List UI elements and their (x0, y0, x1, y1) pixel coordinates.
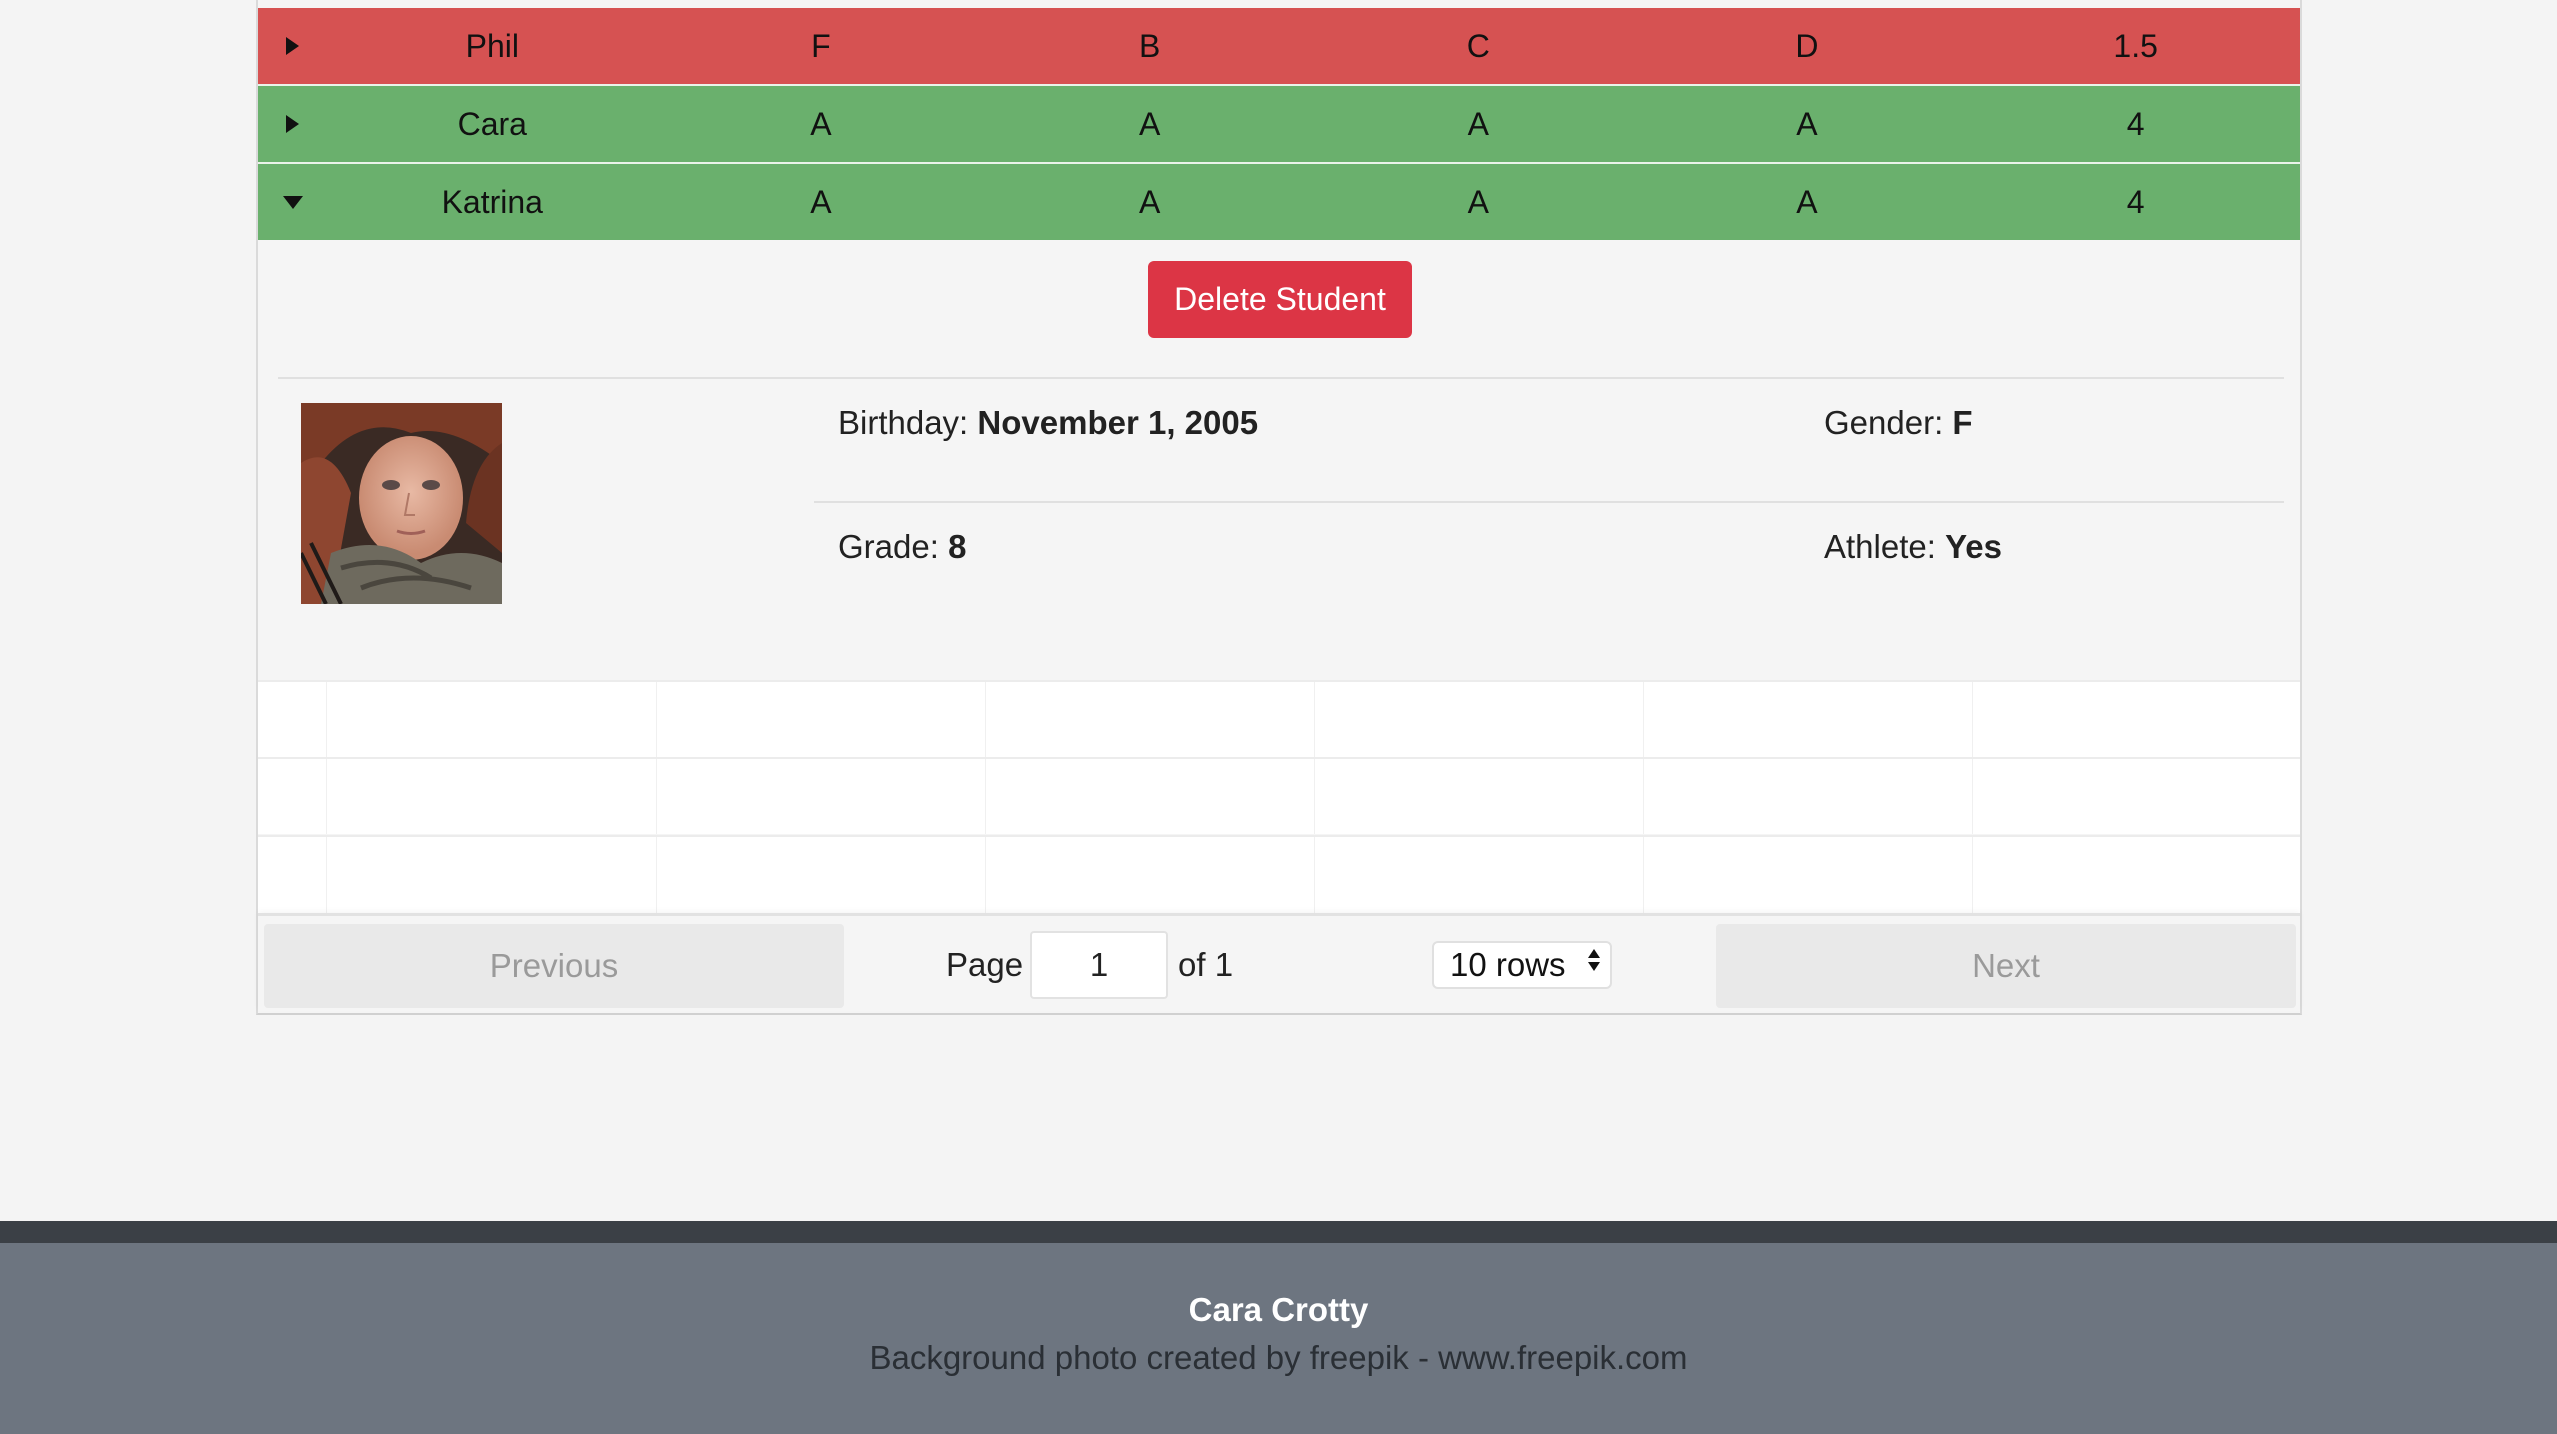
page-total: of 1 (1178, 946, 1234, 983)
empty-row (258, 757, 2300, 834)
grade-cell: A (1796, 183, 1818, 220)
gender-value: F (1952, 404, 1973, 441)
grade-label: Grade: (838, 528, 939, 565)
grade-cell: A (1467, 183, 1489, 220)
expand-toggle[interactable] (258, 86, 328, 162)
athlete-field: Athlete: Yes (1824, 528, 2002, 566)
select-arrows-icon (1588, 949, 1600, 971)
athlete-value: Yes (1945, 528, 2002, 565)
detail-divider (278, 377, 2284, 379)
pagination-bar: Previous Page of 1 10 rows Next (258, 913, 2300, 1011)
student-name: Phil (465, 27, 519, 64)
grade-value: 8 (948, 528, 967, 565)
birthday-value: November 1, 2005 (977, 404, 1259, 441)
next-button[interactable]: Next (1716, 924, 2296, 1008)
gender-label: Gender: (1824, 404, 1944, 441)
table-row[interactable]: Cara A A A A 4 (258, 86, 2300, 162)
students-table: Phil F B C D 1.5 Cara A A A A 4 Katrina … (256, 0, 2302, 1015)
footer-credit: Background photo created by freepik - ww… (869, 1339, 1688, 1376)
table-row[interactable]: Katrina A A A A 4 (258, 164, 2300, 240)
birthday-field: Birthday: November 1, 2005 (838, 404, 1258, 442)
delete-student-button[interactable]: Delete Student (1148, 261, 1412, 338)
grade-cell: D (1795, 27, 1819, 64)
empty-row (258, 835, 2300, 913)
footer-author: Cara Crotty (1188, 1291, 1369, 1328)
student-photo (301, 403, 502, 604)
page-number-input[interactable] (1030, 931, 1168, 999)
table-row[interactable]: Phil F B C D 1.5 (258, 8, 2300, 84)
grade-cell: A (810, 105, 832, 142)
previous-button[interactable]: Previous (264, 924, 844, 1008)
grade-cell: A (810, 183, 832, 220)
birthday-label: Birthday: (838, 404, 969, 441)
grade-cell: A (1138, 105, 1161, 142)
caret-right-icon (286, 115, 300, 133)
athlete-label: Athlete: (1824, 528, 1936, 565)
grade-cell: A (1467, 105, 1489, 142)
grade-cell: F (811, 27, 831, 64)
expand-toggle[interactable] (258, 8, 328, 84)
student-name: Cara (457, 105, 527, 142)
caret-down-icon (282, 195, 303, 209)
collapse-toggle[interactable] (258, 164, 328, 240)
grade-field: Grade: 8 (838, 528, 966, 566)
grade-cell: B (1138, 27, 1161, 64)
rows-per-page-value: 10 rows (1450, 946, 1566, 983)
grade-cell: A (1138, 183, 1161, 220)
caret-right-icon (286, 37, 300, 55)
page-label: Page (946, 946, 1024, 983)
gender-field: Gender: F (1824, 404, 1973, 442)
rows-per-page-select[interactable]: 10 rows (1432, 941, 1612, 989)
grade-cell: C (1466, 27, 1490, 64)
gpa-cell: 4 (2126, 105, 2145, 142)
empty-row (258, 680, 2300, 757)
student-name: Katrina (441, 183, 543, 220)
gpa-cell: 1.5 (2113, 27, 2158, 64)
detail-divider (814, 501, 2284, 503)
gpa-cell: 4 (2126, 183, 2145, 220)
footer: Cara Crotty Background photo created by … (0, 1221, 2557, 1434)
grade-cell: A (1796, 105, 1818, 142)
